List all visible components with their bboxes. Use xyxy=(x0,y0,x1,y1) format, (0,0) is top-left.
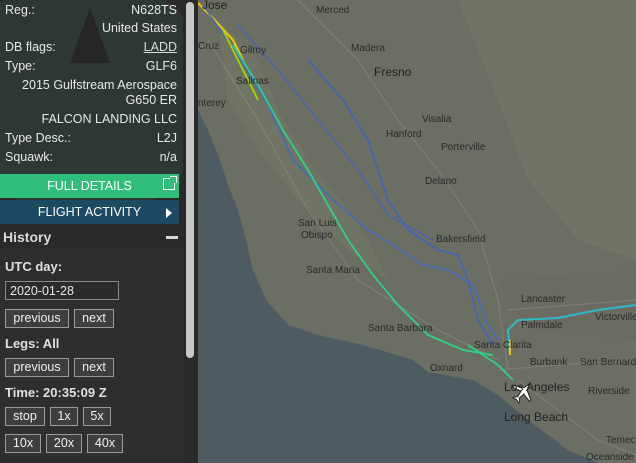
aircraft-info-panel: Reg.: N628TS United States DB flags: LAD… xyxy=(0,0,183,463)
dbflags-link[interactable]: LADD xyxy=(144,40,177,54)
scrollbar-thumb[interactable] xyxy=(186,2,194,358)
flight-activity-label: FLIGHT ACTIVITY xyxy=(37,205,142,219)
city-san-bernardino: San Bernardino xyxy=(580,357,636,368)
flight-activity-button[interactable]: FLIGHT ACTIVITY xyxy=(0,200,179,224)
day-previous-button[interactable]: previous xyxy=(5,309,69,328)
speed-10x-button[interactable]: 10x xyxy=(5,434,41,453)
city-gilroy: Gilroy xyxy=(240,45,267,56)
model-line-1: 2015 Gulfstream Aerospace xyxy=(22,78,177,92)
typedesc-value: L2J xyxy=(156,131,177,145)
reg-row: Reg.: N628TS xyxy=(5,3,177,21)
type-row: Type: GLF6 xyxy=(5,59,177,77)
external-link-icon xyxy=(163,176,177,190)
reg-label: Reg.: xyxy=(5,3,35,17)
city-santa-maria: Santa Maria xyxy=(306,265,360,276)
city-salinas: Salinas xyxy=(236,76,269,87)
map-canvas xyxy=(198,0,636,463)
city-riverside: Riverside xyxy=(588,386,630,397)
city-temecula: Temecula xyxy=(606,435,636,446)
city-monterey: nterey xyxy=(198,98,226,109)
city-madera: Madera xyxy=(351,43,385,54)
map-view[interactable]: Jose Merced Cruz Gilroy Madera Fresno Sa… xyxy=(198,0,636,463)
history-title: History xyxy=(3,229,52,245)
owner-value: FALCON LANDING LLC xyxy=(41,112,177,126)
city-hanford: Hanford xyxy=(386,129,422,140)
day-next-button[interactable]: next xyxy=(74,309,114,328)
typedesc-row: Type Desc.: L2J xyxy=(5,131,177,149)
reg-value: N628TS xyxy=(131,3,177,17)
city-oxnard: Oxnard xyxy=(430,363,463,374)
stop-button[interactable]: stop xyxy=(5,407,45,426)
country-value: United States xyxy=(101,21,177,35)
speed-1x-button[interactable]: 1x xyxy=(50,407,78,426)
time-label: Time: 20:35:09 Z xyxy=(5,385,107,400)
full-details-label: FULL DETAILS xyxy=(47,179,132,193)
city-visalia: Visalia xyxy=(422,114,452,125)
history-header[interactable]: History xyxy=(0,226,183,248)
city-victorville: Victorville xyxy=(595,312,636,323)
utc-day-label: UTC day: xyxy=(5,259,63,274)
speed-40x-button[interactable]: 40x xyxy=(87,434,123,453)
dbflags-label: DB flags: xyxy=(5,40,56,54)
city-santa-clarita: Santa Clarita xyxy=(474,340,532,351)
speed-5x-button[interactable]: 5x xyxy=(83,407,111,426)
legs-previous-button[interactable]: previous xyxy=(5,358,69,377)
utc-day-input[interactable]: 2020-01-28 xyxy=(5,281,119,300)
collapse-minus-icon[interactable] xyxy=(166,236,178,239)
city-delano: Delano xyxy=(425,176,457,187)
city-bakersfield: Bakersfield xyxy=(436,234,486,245)
squawk-value: n/a xyxy=(159,150,177,164)
type-value: GLF6 xyxy=(145,59,177,73)
city-fresno: Fresno xyxy=(374,65,412,79)
city-merced: Merced xyxy=(316,5,350,16)
city-los-angeles: Los Angeles xyxy=(504,380,570,394)
dbflags-row: DB flags: LADD xyxy=(5,40,177,58)
legs-label: Legs: All xyxy=(5,336,60,351)
squawk-label: Squawk: xyxy=(5,150,53,164)
city-long-beach: Long Beach xyxy=(504,410,569,424)
speed-20x-button[interactable]: 20x xyxy=(46,434,82,453)
full-details-button[interactable]: FULL DETAILS xyxy=(0,174,179,198)
city-palmdale: Palmdale xyxy=(521,320,563,331)
chevron-right-icon xyxy=(166,208,172,218)
city-san-luis: San Luis xyxy=(298,218,337,229)
squawk-row: Squawk: n/a xyxy=(5,150,177,168)
city-santa-barbara: Santa Barbara xyxy=(368,323,433,334)
city-burbank: Burbank xyxy=(530,357,568,368)
type-label: Type: xyxy=(5,59,36,73)
city-san-jose: Jose xyxy=(202,0,228,12)
city-oceanside: Oceanside xyxy=(586,452,634,463)
city-lancaster: Lancaster xyxy=(521,294,565,305)
legs-next-button[interactable]: next xyxy=(74,358,114,377)
city-santa-cruz: Cruz xyxy=(198,41,220,52)
sidebar-scrollbar[interactable] xyxy=(183,0,198,463)
typedesc-label: Type Desc.: xyxy=(5,131,71,145)
city-porterville: Porterville xyxy=(441,142,486,153)
city-obispo: Obispo xyxy=(301,230,333,241)
model-line-2: G650 ER xyxy=(125,93,177,107)
